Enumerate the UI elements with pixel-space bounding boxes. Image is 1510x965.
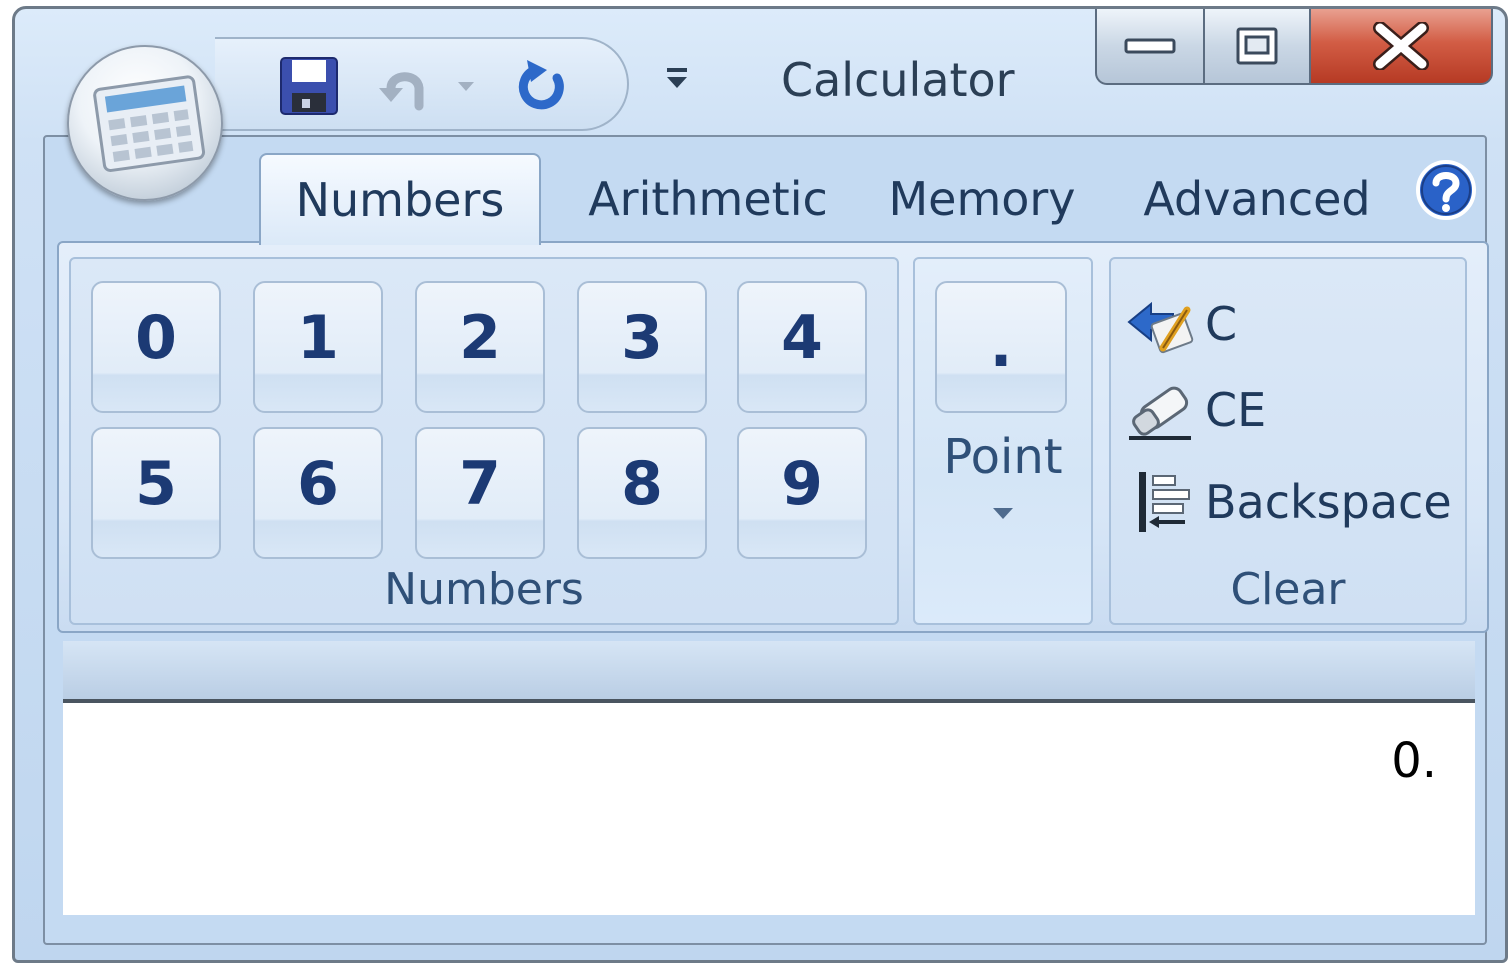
numbers-group: 0 1 2 3 4 5 6 7 8 9 Numbers (69, 257, 899, 625)
window-title: Calculator (781, 53, 1015, 107)
close-icon (1373, 22, 1429, 70)
calculator-app-icon (93, 75, 206, 172)
digit-3-button[interactable]: 3 (577, 281, 707, 413)
digit-0-button[interactable]: 0 (91, 281, 221, 413)
clear-entry-label: CE (1205, 383, 1267, 437)
redo-icon (518, 60, 564, 110)
backspace-button[interactable]: Backspace (1125, 465, 1452, 539)
application-menu-button[interactable] (67, 45, 223, 201)
digit-2-button[interactable]: 2 (415, 281, 545, 413)
ribbon-panel: 0 1 2 3 4 5 6 7 8 9 Numbers . Point C CE… (57, 241, 1489, 633)
close-button[interactable] (1311, 9, 1493, 85)
save-button[interactable] (277, 55, 341, 117)
digit-6-button[interactable]: 6 (253, 427, 383, 559)
chevron-down-icon (458, 82, 474, 91)
quick-access-toolbar (215, 37, 629, 131)
maximize-button[interactable] (1205, 9, 1311, 85)
display-value: 0. (1391, 733, 1437, 789)
result-display: 0. (63, 699, 1475, 915)
calculator-window: Calculator Numbers Arithmetic Memory Adv… (12, 6, 1508, 963)
undo-icon (379, 72, 424, 111)
digit-1-button[interactable]: 1 (253, 281, 383, 413)
help-icon[interactable] (1415, 159, 1477, 221)
backspace-label: Backspace (1205, 475, 1452, 529)
tab-numbers[interactable]: Numbers (259, 153, 541, 245)
tab-arithmetic[interactable]: Arithmetic (577, 153, 839, 245)
customize-qat-icon (667, 68, 687, 88)
digit-8-button[interactable]: 8 (577, 427, 707, 559)
point-dropdown-label[interactable]: Point (915, 429, 1091, 485)
undo-button[interactable] (373, 55, 437, 117)
digit-9-button[interactable]: 9 (737, 427, 867, 559)
maximize-icon (1236, 27, 1278, 65)
ribbon-tabs: Numbers Arithmetic Memory Advanced (15, 149, 1505, 245)
display-header-strip (63, 641, 1475, 701)
backspace-icon (1139, 472, 1190, 532)
tab-memory[interactable]: Memory (877, 153, 1087, 245)
clear-all-button[interactable]: C (1125, 287, 1237, 361)
clear-all-label: C (1205, 297, 1238, 351)
digit-7-button[interactable]: 7 (415, 427, 545, 559)
point-group: . Point (913, 257, 1093, 625)
minimize-button[interactable] (1095, 9, 1205, 85)
eraser-icon (1129, 386, 1191, 440)
digit-5-button[interactable]: 5 (91, 427, 221, 559)
customize-toolbar-button[interactable] (655, 57, 699, 101)
minimize-icon (1124, 38, 1176, 54)
clear-entry-button[interactable]: CE (1125, 373, 1266, 447)
caption-buttons (1095, 9, 1493, 85)
redo-button[interactable] (511, 55, 575, 117)
tab-advanced[interactable]: Advanced (1131, 153, 1383, 245)
undo-dropdown-button[interactable] (451, 55, 481, 117)
chevron-down-icon[interactable] (989, 503, 1017, 523)
numbers-group-label: Numbers (384, 564, 584, 615)
floppy-disk-icon (280, 57, 338, 115)
digit-4-button[interactable]: 4 (737, 281, 867, 413)
decimal-point-button[interactable]: . (935, 281, 1067, 413)
clear-group-label: Clear (1230, 564, 1346, 615)
clear-group: C CE Backspace Clear (1109, 257, 1467, 625)
clear-all-icon (1127, 301, 1194, 354)
